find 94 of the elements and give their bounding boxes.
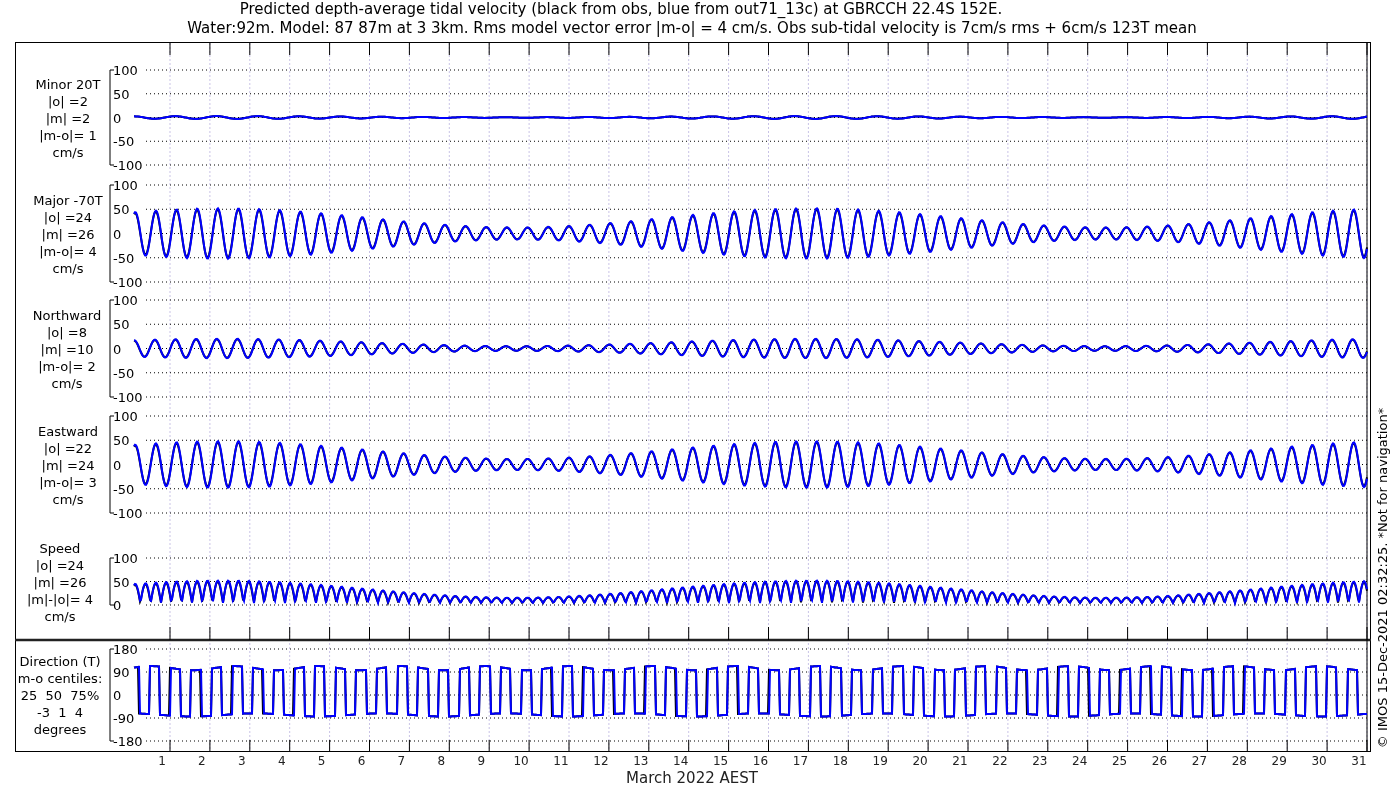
panel-label: Eastward [38, 423, 98, 439]
panel-label: |m-o|= 1 [39, 127, 97, 143]
y-tick-label: 0 [113, 598, 122, 613]
y-tick-label: 50 [113, 202, 130, 218]
y-tick-label: -180 [113, 734, 143, 749]
chart-title: Water:92m. Model: 87 87m at 3 3km. Rms model vector error |m-o| = 4 cm/s. Obs sub-tidal velocity is 7cm/s rms + 6cm/s 123T mean [187, 19, 1197, 37]
panel-label: Minor 20T [35, 76, 101, 92]
panel-label: Direction (T) [19, 654, 101, 669]
y-tick-label: 100 [113, 63, 138, 78]
x-tick-label: 3 [238, 754, 246, 768]
x-tick-label: 16 [752, 754, 769, 768]
x-tick-label: 26 [1151, 754, 1168, 768]
panel-label: cm/s [52, 144, 84, 160]
y-tick-label: -100 [113, 390, 143, 405]
y-tick-label: 50 [113, 574, 130, 590]
panel-label: |m| =10 [40, 341, 94, 357]
panel-label: Speed [39, 540, 81, 556]
x-tick-label: 27 [1191, 754, 1208, 768]
x-tick-label: 8 [437, 754, 446, 768]
y-tick-label: 0 [113, 110, 122, 126]
y-tick-label: -90 [113, 711, 135, 726]
y-tick-label: 0 [113, 341, 122, 357]
x-tick-label: 10 [513, 754, 529, 768]
y-tick-label: 50 [113, 433, 130, 449]
y-tick-label: 100 [113, 293, 138, 308]
x-tick-label: 19 [872, 754, 888, 768]
panel-label: |m| =24 [41, 457, 95, 473]
y-tick-label: -50 [113, 481, 135, 497]
y-tick-label: 0 [113, 457, 122, 473]
panel-label: |m-o|= 2 [38, 358, 96, 374]
x-tick-label: 28 [1231, 754, 1247, 768]
panel-label: |m| =26 [41, 226, 95, 242]
panel-label: |o| =24 [35, 557, 85, 573]
x-tick-label: 24 [1072, 754, 1088, 768]
panel-label: Major -70T [33, 192, 103, 208]
x-tick-label: 31 [1351, 754, 1367, 768]
panel-label: cm/s [44, 608, 76, 624]
panel-label: |o| =8 [47, 324, 87, 340]
x-tick-label: 25 [1111, 754, 1128, 768]
y-tick-label: 90 [113, 665, 130, 680]
panel-label: 25 50 75% [20, 688, 100, 703]
y-tick-label: 180 [113, 642, 138, 657]
x-tick-label: 13 [633, 754, 649, 768]
panel-label: cm/s [52, 491, 84, 507]
y-tick-label: -50 [113, 365, 135, 381]
x-tick-label: 30 [1311, 754, 1327, 768]
panel-label: degrees [33, 722, 87, 737]
x-tick-label: 6 [357, 754, 366, 768]
panel-label: |m-o|= 3 [39, 474, 97, 490]
y-axis [109, 557, 115, 606]
x-tick-label: 23 [1032, 754, 1048, 768]
y-tick-label: 100 [113, 178, 138, 193]
x-tick-label: 20 [912, 754, 928, 768]
y-tick-label: -100 [113, 158, 143, 173]
panel-label: -3 1 4 [37, 705, 83, 720]
y-tick-label: 0 [113, 688, 122, 703]
x-tick-label: 22 [992, 754, 1008, 768]
x-axis-label: March 2022 AEST [626, 769, 758, 787]
panel-label: |o| =2 [48, 93, 88, 109]
y-tick-label: 100 [113, 409, 138, 424]
panel-label: |m-o|= 4 [39, 243, 97, 259]
panel-label: |m| =26 [33, 574, 87, 590]
y-tick-label: -50 [113, 250, 135, 266]
panel-label: m-o centiles: [17, 671, 103, 686]
x-tick-label: 9 [477, 754, 485, 768]
x-tick-label: 17 [792, 754, 809, 768]
panel-label: Northward [32, 307, 102, 323]
x-tick-label: 4 [277, 754, 286, 768]
x-tick-label: 12 [593, 754, 609, 768]
y-tick-label: 100 [113, 551, 138, 566]
y-tick-label: -100 [113, 506, 143, 521]
panel-label: |m| =2 [45, 110, 91, 126]
x-tick-label: 14 [673, 754, 689, 768]
copyright-note: © IMOS 15-Dec-2021 02:32:25. *Not for navigation* [1375, 407, 1390, 749]
y-tick-label: 0 [113, 226, 122, 242]
y-tick-label: 50 [113, 317, 130, 333]
chart-title: Predicted depth-average tidal velocity (black from obs, blue from out71_13c) at GBRCCH 22.4S 152E. [239, 0, 1003, 18]
y-tick-label: 50 [113, 86, 130, 102]
x-tick-label: 11 [553, 754, 569, 768]
x-tick-label: 7 [397, 754, 406, 768]
x-tick-label: 1 [158, 754, 166, 768]
x-tick-label: 18 [832, 754, 848, 768]
panel-label: |o| =24 [43, 209, 93, 225]
x-tick-label: 21 [952, 754, 968, 768]
x-tick-label: 5 [317, 754, 326, 768]
panel-label: cm/s [51, 375, 83, 391]
y-tick-label: -50 [113, 134, 135, 150]
y-tick-label: -100 [113, 275, 143, 290]
panel-label: cm/s [52, 260, 84, 276]
x-tick-label: 29 [1271, 754, 1287, 768]
x-tick-label: 15 [712, 754, 729, 768]
panel-label: |m|-|o|= 4 [26, 591, 94, 607]
panel-label: |o| =22 [43, 440, 93, 456]
x-tick-label: 2 [198, 754, 206, 768]
